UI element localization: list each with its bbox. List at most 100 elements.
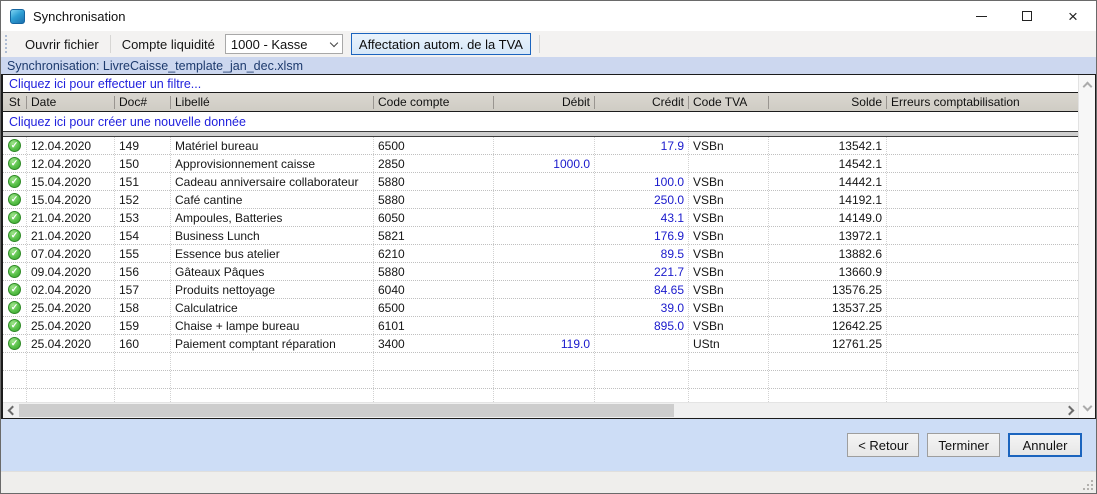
column-header-doc-[interactable]: Doc# (115, 96, 171, 109)
cell-status: ✓ (3, 317, 27, 334)
app-icon (10, 9, 25, 24)
column-header-libell-[interactable]: Libellé (171, 96, 374, 109)
h-scrollbar[interactable] (3, 402, 1078, 418)
table-row[interactable]: ✓21.04.2020154Business Lunch5821176.9VSB… (3, 227, 1078, 245)
cell-credit: 221.7 (595, 263, 689, 280)
maximize-button[interactable] (1004, 1, 1050, 31)
liquidity-account-select[interactable]: 1000 - Kasse (225, 34, 343, 54)
cell-status: ✓ (3, 173, 27, 190)
data-grid: Cliquez ici pour effectuer un filtre... … (1, 74, 1096, 419)
h-scroll-thumb[interactable] (19, 404, 674, 417)
column-header-d-bit[interactable]: Débit (494, 96, 595, 109)
table-row[interactable]: ✓25.04.2020159Chaise + lampe bureau61018… (3, 317, 1078, 335)
cell-status: ✓ (3, 155, 27, 172)
resize-grip-icon[interactable] (1083, 480, 1093, 490)
table-row[interactable]: ✓09.04.2020156Gâteaux Pâques5880221.7VSB… (3, 263, 1078, 281)
cell-errors (887, 191, 1078, 208)
column-header-date[interactable]: Date (27, 96, 115, 109)
chevron-down-icon[interactable] (326, 43, 342, 46)
cell-status: ✓ (3, 209, 27, 226)
toolbar-separator (110, 35, 111, 53)
cell-debit (494, 191, 595, 208)
toolbar-grip[interactable] (5, 35, 12, 53)
status-ok-icon: ✓ (8, 301, 21, 314)
cell-balance: 13542.1 (769, 137, 887, 154)
status-ok-icon: ✓ (8, 283, 21, 296)
minimize-button[interactable] (958, 1, 1004, 31)
cell-account: 5880 (374, 263, 494, 280)
cell-status: ✓ (3, 191, 27, 208)
cell-debit (494, 263, 595, 280)
cell-errors (887, 137, 1078, 154)
cell-label: Matériel bureau (171, 137, 374, 154)
cell-date: 02.04.2020 (27, 281, 115, 298)
cell-balance: 12642.25 (769, 317, 887, 334)
column-header-st[interactable]: St (3, 96, 27, 109)
table-row[interactable]: ✓15.04.2020151Cadeau anniversaire collab… (3, 173, 1078, 191)
status-ok-icon: ✓ (8, 319, 21, 332)
table-row[interactable]: ✓21.04.2020153Ampoules, Batteries605043.… (3, 209, 1078, 227)
column-header-code-compte[interactable]: Code compte (374, 96, 494, 109)
column-header-erreurs-comptabilisation[interactable]: Erreurs comptabilisation (887, 96, 1078, 109)
column-header-solde[interactable]: Solde (769, 96, 887, 109)
cell-tva: VSBn (689, 209, 769, 226)
window-title: Synchronisation (33, 9, 126, 24)
table-row[interactable]: ✓15.04.2020152Café cantine5880250.0VSBn1… (3, 191, 1078, 209)
close-button[interactable]: × (1050, 1, 1096, 31)
cell-label: Gâteaux Pâques (171, 263, 374, 280)
status-ok-icon: ✓ (8, 211, 21, 224)
cell-errors (887, 173, 1078, 190)
back-button[interactable]: < Retour (847, 433, 919, 457)
cell-account: 5880 (374, 191, 494, 208)
open-file-button[interactable]: Ouvrir fichier (17, 34, 107, 55)
cell-credit: 43.1 (595, 209, 689, 226)
cell-date: 07.04.2020 (27, 245, 115, 262)
cell-account: 6500 (374, 137, 494, 154)
cell-debit: 119.0 (494, 335, 595, 352)
cell-account: 6210 (374, 245, 494, 262)
cell-balance: 13972.1 (769, 227, 887, 244)
cell-debit (494, 245, 595, 262)
cell-credit: 39.0 (595, 299, 689, 316)
grid-body: ✓12.04.2020149Matériel bureau650017.9VSB… (3, 137, 1078, 402)
new-record-row[interactable]: Cliquez ici pour créer une nouvelle donn… (3, 112, 1078, 132)
liquidity-account-label: Compte liquidité (114, 34, 223, 55)
v-scrollbar[interactable] (1078, 75, 1095, 418)
status-ok-icon: ✓ (8, 229, 21, 242)
maximize-icon (1022, 11, 1032, 21)
cell-balance: 13576.25 (769, 281, 887, 298)
table-row[interactable]: ✓07.04.2020155Essence bus atelier621089.… (3, 245, 1078, 263)
table-row[interactable]: ✓25.04.2020158Calculatrice650039.0VSBn13… (3, 299, 1078, 317)
table-row[interactable]: ✓12.04.2020149Matériel bureau650017.9VSB… (3, 137, 1078, 155)
cell-balance: 13660.9 (769, 263, 887, 280)
table-row[interactable]: ✓02.04.2020157Produits nettoyage604084.6… (3, 281, 1078, 299)
scroll-left-button[interactable] (3, 403, 18, 418)
finish-button[interactable]: Terminer (927, 433, 1000, 457)
toolbar: Ouvrir fichier Compte liquidité 1000 - K… (1, 31, 1096, 57)
cell-balance: 12761.25 (769, 335, 887, 352)
cell-status: ✓ (3, 245, 27, 262)
cell-tva: VSBn (689, 299, 769, 316)
table-row[interactable]: ✓12.04.2020150Approvisionnement caisse28… (3, 155, 1078, 173)
cancel-button[interactable]: Annuler (1008, 433, 1082, 457)
scroll-up-button[interactable] (1084, 78, 1091, 92)
cell-tva: VSBn (689, 245, 769, 262)
cell-account: 2850 (374, 155, 494, 172)
cell-tva (689, 155, 769, 172)
auto-tva-button[interactable]: Affectation autom. de la TVA (351, 33, 531, 55)
cell-date: 12.04.2020 (27, 155, 115, 172)
cell-debit (494, 227, 595, 244)
cell-label: Cadeau anniversaire collaborateur (171, 173, 374, 190)
cell-debit (494, 299, 595, 316)
filter-row[interactable]: Cliquez ici pour effectuer un filtre... (3, 75, 1078, 93)
scroll-down-button[interactable] (1084, 401, 1091, 415)
info-bar: Synchronisation: LivreCaisse_template_ja… (1, 57, 1096, 74)
table-row[interactable]: ✓25.04.2020160Paiement comptant réparati… (3, 335, 1078, 353)
scroll-right-button[interactable] (1063, 403, 1078, 418)
column-header-cr-dit[interactable]: Crédit (595, 96, 689, 109)
column-header-code-tva[interactable]: Code TVA (689, 96, 769, 109)
empty-row (3, 389, 1078, 402)
cell-errors (887, 335, 1078, 352)
cell-errors (887, 317, 1078, 334)
cell-credit: 89.5 (595, 245, 689, 262)
